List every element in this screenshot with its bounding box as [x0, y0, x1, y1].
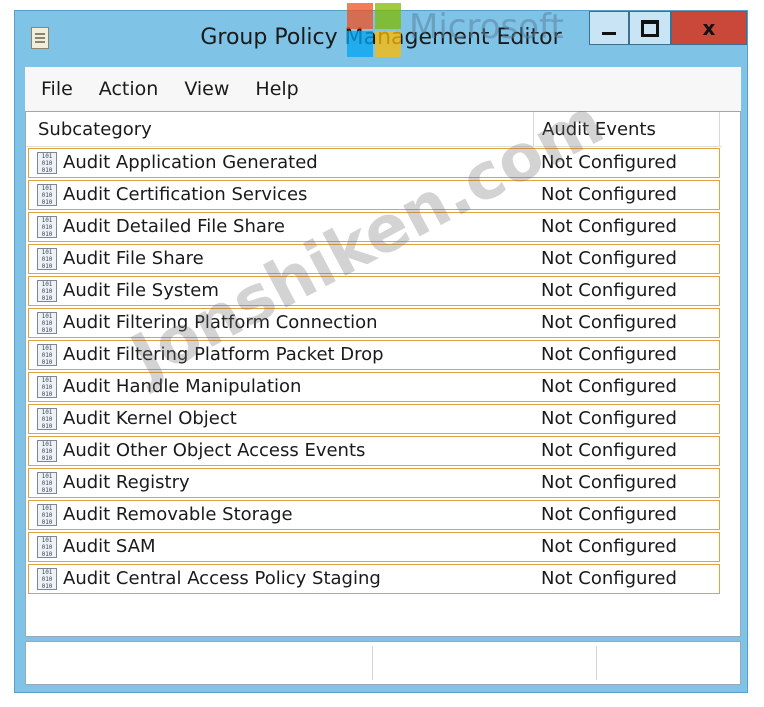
subcategory-name: Audit Registry [63, 472, 190, 493]
audit-policy-icon: 101 010 010 [37, 152, 57, 174]
close-icon: x [702, 16, 716, 40]
audit-events-value: Not Configured [541, 440, 677, 461]
column-header-audit-events[interactable]: Audit Events [534, 112, 720, 146]
audit-events-value: Not Configured [541, 216, 677, 237]
audit-policy-icon: 101 010 010 [37, 536, 57, 558]
subcategory-name: Audit File Share [63, 248, 204, 269]
table-row[interactable]: 101 010 010 Audit Application Generated Not … [28, 148, 720, 178]
audit-events-value: Not Configured [541, 152, 677, 173]
audit-policy-icon: 101 010 010 [37, 184, 57, 206]
table-row[interactable]: 101 010 010 Audit Handle Manipulation Not Co… [28, 372, 720, 402]
subcategory-name: Audit Other Object Access Events [63, 440, 366, 461]
subcategory-name: Audit Filtering Platform Packet Drop [63, 344, 384, 365]
subcategory-name: Audit Application Generated [63, 152, 318, 173]
menu-action[interactable]: Action [86, 78, 172, 100]
table-row[interactable]: 101 010 010 Audit Filtering Platform Connec… [28, 308, 720, 338]
table-row[interactable]: 101 010 010 Audit Removable Storage Not Conf… [28, 500, 720, 530]
menu-help[interactable]: Help [242, 78, 311, 100]
subcategory-name: Audit Central Access Policy Staging [63, 568, 381, 589]
audit-policy-icon: 101 010 010 [37, 312, 57, 334]
audit-events-value: Not Configured [541, 376, 677, 397]
table-row[interactable]: 101 010 010 Audit File Share Not Configured [28, 244, 720, 274]
audit-policy-icon: 101 010 010 [37, 344, 57, 366]
details-pane: Subcategory Audit Events 101 010 010 Audit … [25, 111, 741, 637]
microsoft-logo-watermark [347, 3, 401, 57]
subcategory-name: Audit Certification Services [63, 184, 308, 205]
status-bar [25, 641, 741, 685]
table-row[interactable]: 101 010 010 Audit File System Not Configured [28, 276, 720, 306]
column-header-subcategory[interactable]: Subcategory [26, 112, 534, 146]
subcategory-name: Audit Handle Manipulation [63, 376, 302, 397]
status-divider [372, 646, 373, 680]
table-row[interactable]: 101 010 010 Audit Other Object Access Event… [28, 436, 720, 466]
audit-events-value: Not Configured [541, 408, 677, 429]
subcategory-name: Audit Detailed File Share [63, 216, 285, 237]
menu-file[interactable]: File [25, 78, 86, 100]
table-row[interactable]: 101 010 010 Audit SAM Not Configured [28, 532, 720, 562]
audit-events-value: Not Configured [541, 504, 677, 525]
group-policy-editor-window: Group Policy Management Editor Microsoft… [14, 3, 748, 693]
title-bar[interactable]: Group Policy Management Editor Microsoft… [15, 3, 747, 67]
menu-view[interactable]: View [171, 78, 242, 100]
subcategory-name: Audit SAM [63, 536, 156, 557]
policy-list: 101 010 010 Audit Application Generated Not … [28, 148, 720, 596]
maximize-icon [641, 19, 659, 37]
audit-events-value: Not Configured [541, 472, 677, 493]
audit-events-value: Not Configured [541, 568, 677, 589]
table-row[interactable]: 101 010 010 Audit Kernel Object Not Configur… [28, 404, 720, 434]
audit-policy-icon: 101 010 010 [37, 504, 57, 526]
audit-policy-icon: 101 010 010 [37, 440, 57, 462]
audit-policy-icon: 101 010 010 [37, 376, 57, 398]
table-header: Subcategory Audit Events [26, 112, 722, 147]
table-row[interactable]: 101 010 010 Audit Detailed File Share Not Co… [28, 212, 720, 242]
audit-policy-icon: 101 010 010 [37, 408, 57, 430]
audit-events-value: Not Configured [541, 344, 677, 365]
table-row[interactable]: 101 010 010 Audit Filtering Platform Packet… [28, 340, 720, 370]
audit-events-value: Not Configured [541, 280, 677, 301]
table-row[interactable]: 101 010 010 Audit Registry Not Configured [28, 468, 720, 498]
close-button[interactable]: x [671, 11, 747, 45]
audit-policy-icon: 101 010 010 [37, 280, 57, 302]
subcategory-name: Audit Kernel Object [63, 408, 237, 429]
status-divider [596, 646, 597, 680]
audit-events-value: Not Configured [541, 312, 677, 333]
subcategory-name: Audit File System [63, 280, 219, 301]
subcategory-name: Audit Removable Storage [63, 504, 293, 525]
subcategory-name: Audit Filtering Platform Connection [63, 312, 378, 333]
table-row[interactable]: 101 010 010 Audit Central Access Policy Sta… [28, 564, 720, 594]
menu-bar: File Action View Help [25, 67, 741, 111]
audit-events-value: Not Configured [541, 184, 677, 205]
audit-policy-icon: 101 010 010 [37, 248, 57, 270]
maximize-button[interactable] [629, 11, 671, 45]
minimize-button[interactable] [589, 11, 629, 45]
audit-policy-icon: 101 010 010 [37, 216, 57, 238]
microsoft-watermark: Microsoft [409, 7, 564, 47]
audit-events-value: Not Configured [541, 536, 677, 557]
audit-policy-icon: 101 010 010 [37, 568, 57, 590]
audit-policy-icon: 101 010 010 [37, 472, 57, 494]
table-row[interactable]: 101 010 010 Audit Certification Services Not… [28, 180, 720, 210]
audit-events-value: Not Configured [541, 248, 677, 269]
minimize-icon [602, 31, 616, 35]
